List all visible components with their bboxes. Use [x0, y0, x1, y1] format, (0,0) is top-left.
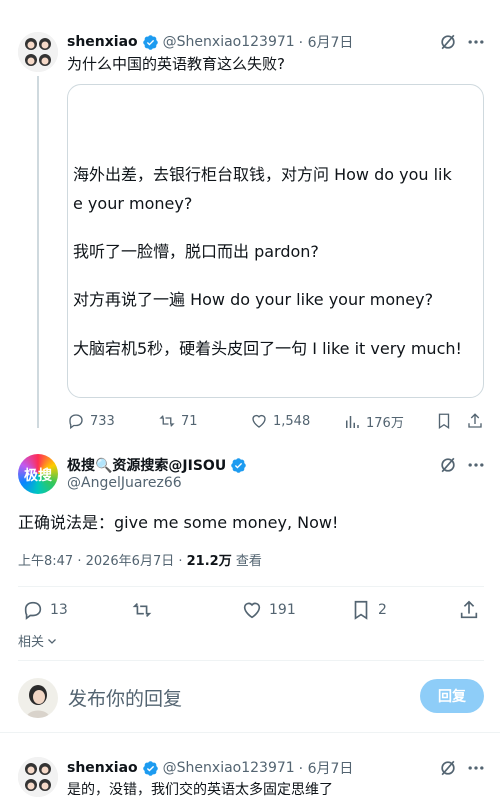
thread-line [37, 76, 39, 428]
views-icon [346, 415, 359, 428]
retweet-count: 71 [181, 413, 198, 429]
related-label: 相关 [18, 635, 45, 650]
verified-icon [142, 34, 158, 50]
reply-count: 733 [90, 413, 115, 429]
reply-count: 13 [50, 602, 68, 618]
tweet-timestamp[interactable]: 上午8:47 · 2026年6月7日 · [18, 554, 187, 569]
author-handle[interactable]: @AngelJuarez66 [67, 475, 182, 491]
more-icon[interactable] [466, 455, 486, 475]
share-icon[interactable] [466, 412, 484, 430]
heart-icon [252, 414, 266, 428]
author-name[interactable]: shenxiao [67, 34, 138, 50]
quote-line: 海外出差，去银行柜台取钱，对方问 How do you lik [73, 165, 452, 184]
tweet-date[interactable]: · 6月7日 [299, 758, 354, 778]
author-handle[interactable]: @Shenxiao123971 [163, 34, 295, 50]
retweet-icon [159, 415, 175, 427]
avatar-image: 极搜 [24, 467, 53, 484]
divider [0, 732, 500, 733]
quote-line: e your money? [73, 194, 193, 213]
retweet-button[interactable] [131, 599, 159, 621]
like-button[interactable]: 1,548 [250, 412, 310, 430]
divider [18, 660, 484, 661]
related-toggle[interactable]: 相关 [18, 631, 58, 650]
bookmark-icon[interactable] [435, 412, 453, 430]
avatar-image [18, 32, 58, 72]
retweet-button[interactable]: 71 [158, 412, 198, 430]
like-count: 1,548 [273, 413, 311, 429]
author-handle[interactable]: @Shenxiao123971 [163, 760, 295, 776]
tweet-text: 正确说法是：give me some money, Now! [18, 513, 339, 532]
grok-icon[interactable] [438, 32, 458, 52]
quoted-card[interactable]: 海外出差，去银行柜台取钱，对方问 How do you lik e your m… [67, 84, 484, 398]
quote-line: 我听了一脸懵，脱口而出 pardon? [73, 242, 319, 261]
author-name[interactable]: shenxiao [67, 760, 138, 776]
avatar[interactable]: 极搜 [18, 454, 58, 494]
author-name[interactable]: 极搜🔍资源搜索@JISOU [67, 455, 226, 475]
retweet-icon [132, 602, 152, 618]
view-count: 21.2万 [186, 554, 232, 569]
view-label: 查看 [231, 554, 262, 569]
quote-line: 大脑宕机5秒，硬着头皮回了一句 I like it very much! [73, 339, 462, 358]
quote-line: 对方再说了一遍 How do your like your money? [73, 290, 434, 309]
share-icon[interactable] [458, 599, 480, 621]
tweet-text: 为什么中国的英语教育这么失败? [67, 55, 285, 73]
verified-icon [142, 760, 158, 776]
avatar-image [18, 757, 58, 797]
reply-button[interactable]: 733 [67, 412, 115, 430]
chevron-down-icon [48, 638, 56, 644]
avatar[interactable] [18, 757, 58, 797]
more-icon[interactable] [466, 758, 486, 778]
like-count: 191 [269, 602, 296, 618]
svg-text:极搜: 极搜 [24, 467, 53, 484]
views-count: 176万 [366, 416, 404, 431]
reply-input[interactable]: 发布你的回复 [68, 684, 182, 711]
reply-button[interactable]: 13 [22, 599, 68, 621]
bookmark-count: 2 [378, 602, 387, 618]
avatar-image [26, 685, 50, 718]
bookmark-button[interactable]: 2 [350, 599, 387, 621]
my-avatar[interactable] [18, 678, 58, 718]
tweet-header: shenxiao @Shenxiao123971 · 6月7日 [67, 32, 353, 52]
more-icon[interactable] [466, 32, 486, 52]
bookmark-icon [354, 600, 368, 620]
divider [18, 586, 484, 587]
like-button[interactable]: 191 [241, 599, 296, 621]
tweet-text: 是的，没错，我们交的英语太多固定思维了 [67, 782, 333, 798]
tweet-header: 极搜🔍资源搜索@JISOU [67, 455, 247, 475]
views-button[interactable]: 176万 [343, 412, 404, 431]
heart-icon [243, 602, 261, 619]
verified-icon [231, 457, 246, 473]
reply-icon [69, 414, 83, 430]
grok-icon[interactable] [438, 758, 458, 778]
tweet-header: shenxiao @Shenxiao123971 · 6月7日 [67, 758, 353, 778]
tweet-date[interactable]: · 6月7日 [299, 32, 354, 52]
reply-submit-button[interactable]: 回复 [420, 679, 484, 713]
reply-icon [24, 601, 42, 620]
avatar[interactable] [18, 32, 58, 72]
grok-icon[interactable] [438, 455, 458, 475]
tweet-meta: 上午8:47 · 2026年6月7日 · 21.2万 查看 [18, 550, 262, 569]
